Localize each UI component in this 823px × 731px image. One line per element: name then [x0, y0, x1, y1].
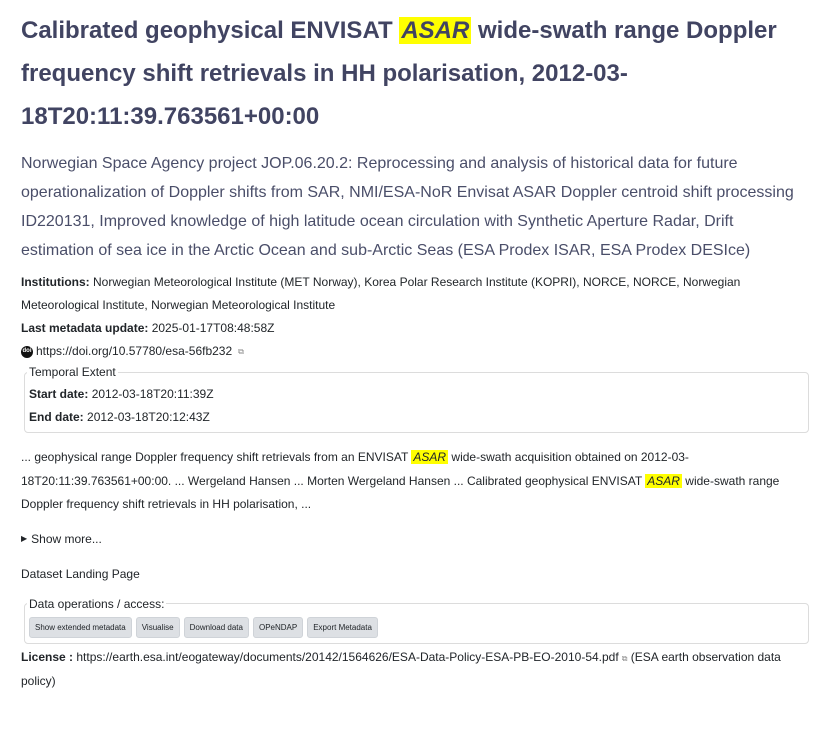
visualise-button[interactable]: Visualise [135, 616, 180, 638]
dataset-landing-page-link[interactable]: Dataset Landing Page [21, 565, 809, 583]
show-more-label: Show more... [31, 531, 102, 546]
temporal-extent-legend: Temporal Extent [29, 365, 116, 379]
doi-row: doi https://doi.org/10.57780/esa-56fb232… [21, 340, 809, 363]
end-date-row: End date: 2012-03-18T20:12:43Z [29, 406, 808, 429]
snippet-part-1: ... geophysical range Doppler frequency … [21, 450, 412, 464]
license-link[interactable]: https://earth.esa.int/eogateway/document… [76, 650, 618, 664]
institutions-value: Norwegian Meteorological Institute (MET … [21, 275, 741, 312]
search-result: Calibrated geophysical ENVISAT ASAR wide… [0, 9, 823, 693]
title-before: Calibrated geophysical ENVISAT [21, 17, 400, 44]
snippet-highlight-2: ASAR [645, 473, 682, 488]
download-data-button[interactable]: Download data [183, 616, 249, 638]
start-date-row: Start date: 2012-03-18T20:11:39Z [29, 383, 808, 406]
show-extended-metadata-button[interactable]: Show extended metadata [29, 616, 132, 638]
show-more-toggle[interactable]: ▶ Show more... [21, 530, 809, 548]
temporal-extent: Temporal Extent Start date: 2012-03-18T2… [24, 365, 809, 433]
institutions-label: Institutions: [21, 275, 90, 289]
last-update-value: 2025-01-17T08:48:58Z [151, 321, 275, 335]
license-row: License : https://earth.esa.int/eogatewa… [21, 646, 809, 693]
data-operations-legend: Data operations / access: [29, 596, 165, 611]
last-update-row: Last metadata update: 2025-01-17T08:48:5… [21, 317, 809, 340]
doi-link[interactable]: https://doi.org/10.57780/esa-56fb232 [36, 340, 232, 363]
metadata-block: Institutions: Norwegian Meteorological I… [21, 271, 809, 363]
opendap-button[interactable]: OPeNDAP [252, 616, 304, 638]
dataset-summary: Norwegian Space Agency project JOP.06.20… [21, 155, 794, 259]
dataset-title[interactable]: Calibrated geophysical ENVISAT ASAR wide… [21, 9, 809, 138]
start-date-label: Start date: [29, 387, 89, 401]
data-operations-buttons: Show extended metadata Visualise Downloa… [29, 616, 808, 638]
license-label: License : [21, 649, 74, 664]
institutions-row: Institutions: Norwegian Meteorological I… [21, 271, 809, 317]
last-update-label: Last metadata update: [21, 321, 149, 335]
triangle-right-icon: ▶ [21, 533, 28, 543]
external-link-icon: ⧉ [621, 653, 628, 663]
end-date-value: 2012-03-18T20:12:43Z [87, 410, 210, 424]
end-date-label: End date: [29, 410, 84, 424]
start-date-value: 2012-03-18T20:11:39Z [91, 387, 214, 401]
data-operations: Data operations / access: Show extended … [24, 596, 809, 644]
snippet-highlight-1: ASAR [411, 450, 449, 464]
export-metadata-button[interactable]: Export Metadata [307, 616, 378, 638]
title-highlight: ASAR [399, 17, 472, 44]
doi-icon: doi [21, 345, 33, 358]
search-snippet: ... geophysical range Doppler frequency … [21, 446, 809, 517]
external-link-icon: ⧉ [238, 347, 244, 356]
